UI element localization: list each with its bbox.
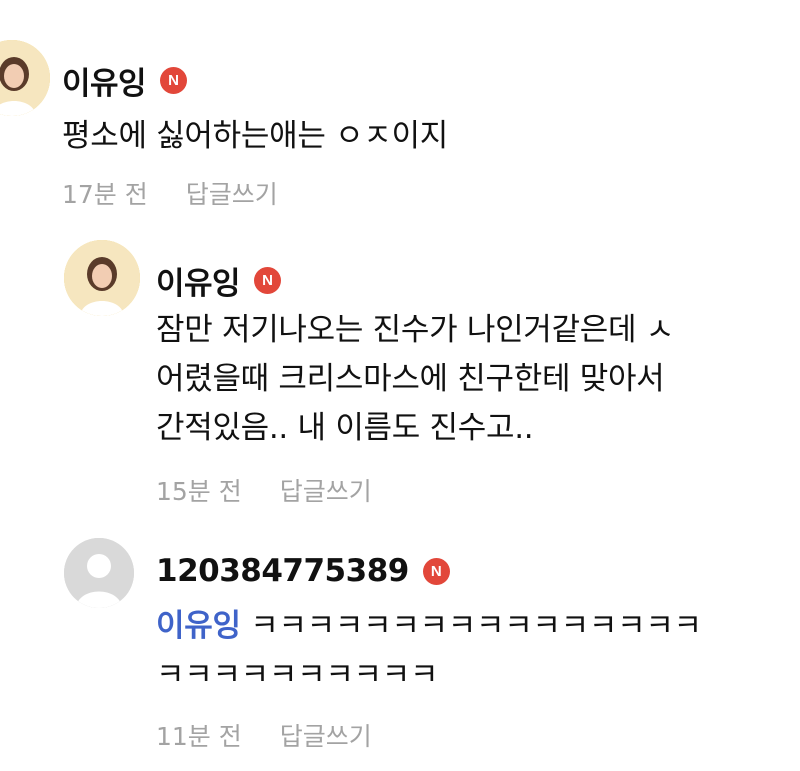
comment-meta: 17분 전 답글쓰기 <box>62 175 278 211</box>
new-badge-icon: N <box>160 67 188 94</box>
avatar[interactable] <box>64 538 134 608</box>
reply-button[interactable]: 답글쓰기 <box>280 722 372 751</box>
timestamp: 17분 전 <box>62 180 148 209</box>
avatar[interactable] <box>64 240 140 316</box>
comment-text: 이유잉 ㅋㅋㅋㅋㅋㅋㅋㅋㅋㅋㅋㅋㅋㅋㅋㅋ ㅋㅋㅋㅋㅋㅋㅋㅋㅋㅋ <box>156 608 702 693</box>
username[interactable]: 이유잉 <box>156 258 241 303</box>
mention-link[interactable]: 이유잉 <box>156 608 241 644</box>
timestamp: 11분 전 <box>156 722 242 751</box>
reply-button[interactable]: 답글쓰기 <box>186 180 278 209</box>
comment-meta: 11분 전 답글쓰기 <box>156 717 372 753</box>
reply-button[interactable]: 답글쓰기 <box>280 477 372 506</box>
comment-meta: 15분 전 답글쓰기 <box>156 472 372 508</box>
profile-photo-icon <box>64 240 140 316</box>
username[interactable]: 120384775389 <box>156 553 409 589</box>
avatar[interactable] <box>0 40 50 116</box>
comment-header: 120384775389 N <box>156 553 450 589</box>
comment-text: 잠만 저기나오는 진수가 나인거같은데 ㅅ 어렸을때 크리스마스에 친구한테 맞… <box>156 312 674 446</box>
new-badge-icon: N <box>254 267 282 294</box>
username[interactable]: 이유잉 <box>62 58 147 103</box>
comment-text: 평소에 싫어하는애는 ㅇㅈ이지 <box>62 118 448 154</box>
comment-header: 이유잉 N <box>62 58 188 103</box>
timestamp: 15분 전 <box>156 477 242 506</box>
default-user-icon <box>64 538 134 608</box>
profile-photo-icon <box>0 40 50 116</box>
comment-header: 이유잉 N <box>156 258 282 303</box>
new-badge-icon: N <box>422 557 450 585</box>
